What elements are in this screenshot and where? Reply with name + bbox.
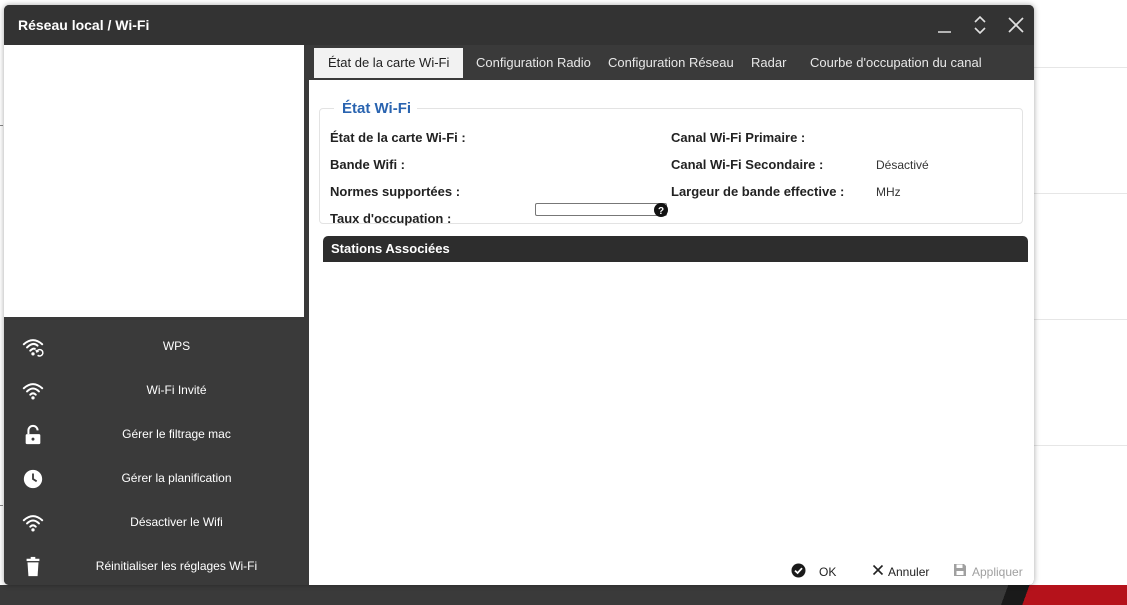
ok-label: OK (819, 565, 837, 579)
svg-text:?: ? (658, 206, 664, 217)
window-title: Réseau local / Wi-Fi (18, 17, 150, 33)
wifi-dialog: Réseau local / Wi-Fi WPS Wi-Fi Invité Gé… (4, 5, 1034, 585)
trash-icon (26, 556, 40, 577)
background-mark (0, 125, 3, 126)
menu-item-schedule[interactable]: Gérer la planification (4, 457, 309, 501)
wps-icon (22, 339, 44, 357)
close-icon (1008, 17, 1024, 33)
main-panel: État de la carte Wi-Fi Configuration Rad… (309, 45, 1034, 585)
stations-header: Stations Associées (323, 236, 1028, 262)
background-mark (0, 505, 3, 506)
cancel-button[interactable]: Annuler (871, 560, 931, 582)
tab-radio-config[interactable]: Configuration Radio (462, 48, 605, 78)
cancel-label: Annuler (888, 565, 930, 579)
clock-icon (23, 469, 43, 489)
save-icon (954, 564, 966, 576)
menu-item-label: Wi-Fi Invité (146, 383, 207, 397)
action-menu: WPS Wi-Fi Invité Gérer le filtrage mac G… (4, 317, 309, 585)
ok-button[interactable]: OK (791, 560, 841, 582)
background-divider (1034, 193, 1127, 194)
background-brand-stripe (987, 585, 1127, 605)
apply-button[interactable]: Appliquer (953, 560, 1023, 582)
minimize-button[interactable] (933, 13, 957, 37)
stations-title: Stations Associées (331, 241, 450, 256)
lock-icon (25, 424, 41, 445)
menu-item-wps[interactable]: WPS (4, 325, 309, 369)
menu-item-reset-wifi[interactable]: Réinitialiser les réglages Wi-Fi (4, 545, 309, 585)
close-button[interactable] (1004, 13, 1028, 37)
menu-item-disable-wifi[interactable]: Désactiver le Wifi (4, 501, 309, 545)
norms-label: Normes supportées : (330, 184, 461, 199)
menu-item-mac-filter[interactable]: Gérer le filtrage mac (4, 413, 309, 457)
menu-item-label: Gérer le filtrage mac (122, 427, 231, 441)
menu-item-label: Réinitialiser les réglages Wi-Fi (95, 559, 258, 573)
close-icon (872, 564, 884, 576)
menu-item-guest-wifi[interactable]: Wi-Fi Invité (4, 369, 309, 413)
menu-item-label: Gérer la planification (121, 471, 232, 485)
wifi-icon (22, 383, 44, 400)
minimize-icon (938, 31, 951, 33)
bandwidth-value: MHz (876, 185, 901, 199)
background-divider (1034, 445, 1127, 446)
expand-button[interactable] (968, 13, 992, 37)
check-circle-icon (791, 563, 806, 578)
menu-item-label: Désactiver le Wifi (130, 515, 223, 529)
bandwidth-label: Largeur de bande effective : (671, 184, 845, 199)
wifi-icon (22, 515, 44, 532)
occupancy-progress-bar (535, 203, 667, 216)
tab-wifi-card-state[interactable]: État de la carte Wi-Fi (314, 48, 464, 78)
tab-radar[interactable]: Radar (737, 48, 800, 78)
left-preview-area (4, 45, 304, 317)
background-footer (0, 585, 1127, 605)
secondary-channel-label: Canal Wi-Fi Secondaire : (671, 157, 824, 172)
tab-network-config[interactable]: Configuration Réseau (594, 48, 748, 78)
card-state-label: État de la carte Wi-Fi : (330, 130, 466, 145)
title-bar: Réseau local / Wi-Fi (4, 5, 1034, 45)
tab-bar: État de la carte Wi-Fi Configuration Rad… (309, 45, 1034, 80)
primary-channel-label: Canal Wi-Fi Primaire : (671, 130, 806, 145)
tab-channel-occupancy-curve[interactable]: Courbe d'occupation du canal (796, 48, 996, 78)
wifi-status-legend: État Wi-Fi (334, 100, 418, 117)
background-divider (1034, 319, 1127, 320)
apply-label: Appliquer (972, 565, 1023, 579)
occupancy-label: Taux d'occupation : (330, 211, 452, 226)
menu-item-label: WPS (162, 339, 191, 353)
band-label: Bande Wifi : (330, 157, 405, 172)
background-divider (1034, 67, 1127, 68)
help-icon[interactable]: ? (654, 203, 668, 217)
secondary-channel-value: Désactivé (876, 158, 929, 172)
chevron-up-down-icon (974, 15, 986, 35)
